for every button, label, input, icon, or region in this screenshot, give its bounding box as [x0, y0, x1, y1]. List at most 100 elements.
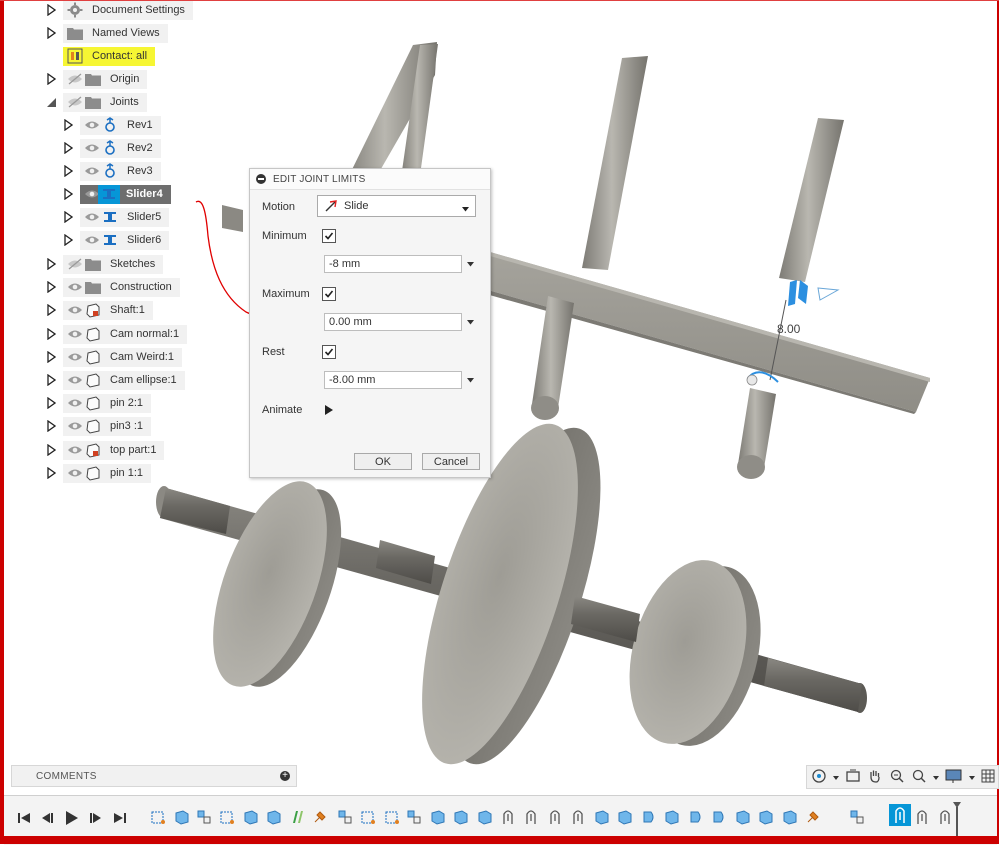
- browser-node[interactable]: Sketches: [63, 254, 164, 274]
- browser-item-pin-1-1[interactable]: pin 1:1: [45, 463, 152, 483]
- timeline-body-feature-icon[interactable]: [477, 808, 493, 826]
- browser-node[interactable]: Slider6: [80, 230, 170, 250]
- display-settings-icon[interactable]: [945, 768, 963, 787]
- browser-item-shaft-1[interactable]: Shaft:1: [45, 300, 153, 320]
- timeline-pin-feature-icon[interactable]: [914, 808, 930, 826]
- expand-arrow-icon[interactable]: [45, 370, 57, 390]
- browser-item-document-settings[interactable]: Document Settings: [45, 0, 193, 20]
- browser-item-cam-weird-1[interactable]: Cam Weird:1: [45, 347, 182, 367]
- motion-select[interactable]: Slide: [317, 195, 476, 217]
- eye-hidden-icon[interactable]: [66, 71, 84, 87]
- browser-item-slider4[interactable]: Slider4: [62, 184, 171, 204]
- play-icon[interactable]: [64, 810, 80, 826]
- timeline-body-feature-icon[interactable]: [735, 808, 751, 826]
- collapse-arrow-icon[interactable]: [45, 92, 57, 112]
- collapse-icon[interactable]: [256, 174, 266, 184]
- browser-item-pin3-1[interactable]: pin3 :1: [45, 416, 152, 436]
- timeline-joint-feature-icon[interactable]: [406, 808, 422, 826]
- eye-hidden-icon[interactable]: [66, 256, 84, 272]
- timeline-revolve-feature-icon[interactable]: [641, 808, 657, 826]
- browser-node[interactable]: Rev3: [80, 161, 161, 181]
- expand-arrow-icon[interactable]: [45, 277, 57, 297]
- orbit-icon[interactable]: [811, 768, 827, 787]
- timeline-revolve-feature-icon[interactable]: [711, 808, 727, 826]
- minimum-dropdown-arrow[interactable]: [466, 255, 474, 273]
- timeline-body-feature-icon[interactable]: [617, 808, 633, 826]
- browser-item-rev1[interactable]: Rev1: [62, 115, 161, 135]
- timeline-sketch-feature-icon[interactable]: [150, 808, 166, 826]
- browser-node[interactable]: Origin: [63, 69, 148, 89]
- browser-node[interactable]: Construction: [63, 277, 180, 297]
- play-icon[interactable]: [325, 405, 334, 418]
- timeline-pin-feature-icon[interactable]: [570, 808, 586, 826]
- timeline-sketch-feature-icon[interactable]: [360, 808, 376, 826]
- timeline-pin-feature-icon[interactable]: [523, 808, 539, 826]
- expand-arrow-icon[interactable]: [62, 184, 74, 204]
- eye-icon[interactable]: [66, 395, 84, 411]
- browser-item-rev3[interactable]: Rev3: [62, 161, 161, 181]
- eye-icon[interactable]: [66, 465, 84, 481]
- ok-button[interactable]: OK: [354, 453, 412, 470]
- chevron-down-icon[interactable]: [833, 771, 839, 783]
- browser-node[interactable]: Rev1: [80, 115, 161, 135]
- browser-item-origin[interactable]: Origin: [45, 69, 148, 89]
- expand-arrow-icon[interactable]: [45, 440, 57, 460]
- browser-item-cam-normal-1[interactable]: Cam normal:1: [45, 324, 188, 344]
- minimum-checkbox[interactable]: [322, 229, 336, 243]
- browser-node[interactable]: Slider4: [80, 184, 171, 204]
- timeline-body-feature-icon[interactable]: [174, 808, 190, 826]
- look-at-icon[interactable]: [845, 768, 861, 787]
- timeline-body-feature-icon[interactable]: [266, 808, 282, 826]
- browser-node[interactable]: pin3 :1: [63, 416, 152, 436]
- eye-icon[interactable]: [83, 209, 101, 225]
- browser-node[interactable]: top part:1: [63, 440, 165, 460]
- browser-node[interactable]: Document Settings: [63, 0, 193, 20]
- fit-icon[interactable]: [911, 768, 927, 787]
- timeline-body-feature-icon[interactable]: [430, 808, 446, 826]
- zoom-icon[interactable]: [889, 768, 905, 787]
- rest-checkbox[interactable]: [322, 345, 336, 359]
- browser-item-named-views[interactable]: Named Views: [45, 23, 168, 43]
- timeline-sketch-feature-icon[interactable]: [219, 808, 235, 826]
- eye-icon[interactable]: [66, 326, 84, 342]
- step-forward-icon[interactable]: [88, 810, 104, 826]
- maximum-value-input[interactable]: 0.00 mm: [324, 313, 462, 331]
- skip-to-end-icon[interactable]: [112, 810, 128, 826]
- expand-arrow-icon[interactable]: [45, 416, 57, 436]
- eye-icon[interactable]: [66, 442, 84, 458]
- browser-item-slider6[interactable]: Slider6: [62, 230, 170, 250]
- timeline-extrude-feature-icon[interactable]: [290, 808, 306, 826]
- timeline-joint-feature-icon[interactable]: [196, 808, 212, 826]
- browser-item-rev2[interactable]: Rev2: [62, 138, 161, 158]
- timeline-body-feature-icon[interactable]: [782, 808, 798, 826]
- timeline-pin-feature-icon[interactable]: [500, 808, 516, 826]
- browser-node[interactable]: Joints: [63, 92, 147, 112]
- timeline-body-feature-icon[interactable]: [243, 808, 259, 826]
- maximum-checkbox[interactable]: [322, 287, 336, 301]
- dialog-header[interactable]: EDIT JOINT LIMITS: [250, 169, 490, 190]
- expand-arrow-icon[interactable]: [62, 207, 74, 227]
- chevron-down-icon[interactable]: [933, 771, 939, 783]
- eye-icon[interactable]: [66, 302, 84, 318]
- browser-node[interactable]: Cam normal:1: [63, 324, 188, 344]
- timeline-marker[interactable]: [953, 802, 961, 838]
- eye-icon[interactable]: [83, 140, 101, 156]
- expand-arrow-icon[interactable]: [45, 324, 57, 344]
- browser-item-cam-ellipse-1[interactable]: Cam ellipse:1: [45, 370, 185, 390]
- browser-node[interactable]: Contact: all: [63, 46, 156, 66]
- maximum-dropdown-arrow[interactable]: [466, 313, 474, 331]
- browser-item-joints[interactable]: Joints: [45, 92, 147, 112]
- eye-icon[interactable]: [83, 232, 101, 248]
- browser-node[interactable]: Slider5: [80, 207, 170, 227]
- timeline-active-feature-icon[interactable]: [889, 804, 911, 826]
- timeline-joint-feature-icon[interactable]: [337, 808, 353, 826]
- comments-panel[interactable]: COMMENTS +: [11, 765, 297, 787]
- timeline-anchor-feature-icon[interactable]: [805, 808, 821, 826]
- chevron-down-icon[interactable]: [969, 771, 975, 783]
- expand-arrow-icon[interactable]: [45, 347, 57, 367]
- cancel-button[interactable]: Cancel: [422, 453, 480, 470]
- timeline-pin-feature-icon[interactable]: [547, 808, 563, 826]
- minimum-value-input[interactable]: -8 mm: [324, 255, 462, 273]
- expand-arrow-icon[interactable]: [62, 230, 74, 250]
- expand-arrow-icon[interactable]: [45, 23, 57, 43]
